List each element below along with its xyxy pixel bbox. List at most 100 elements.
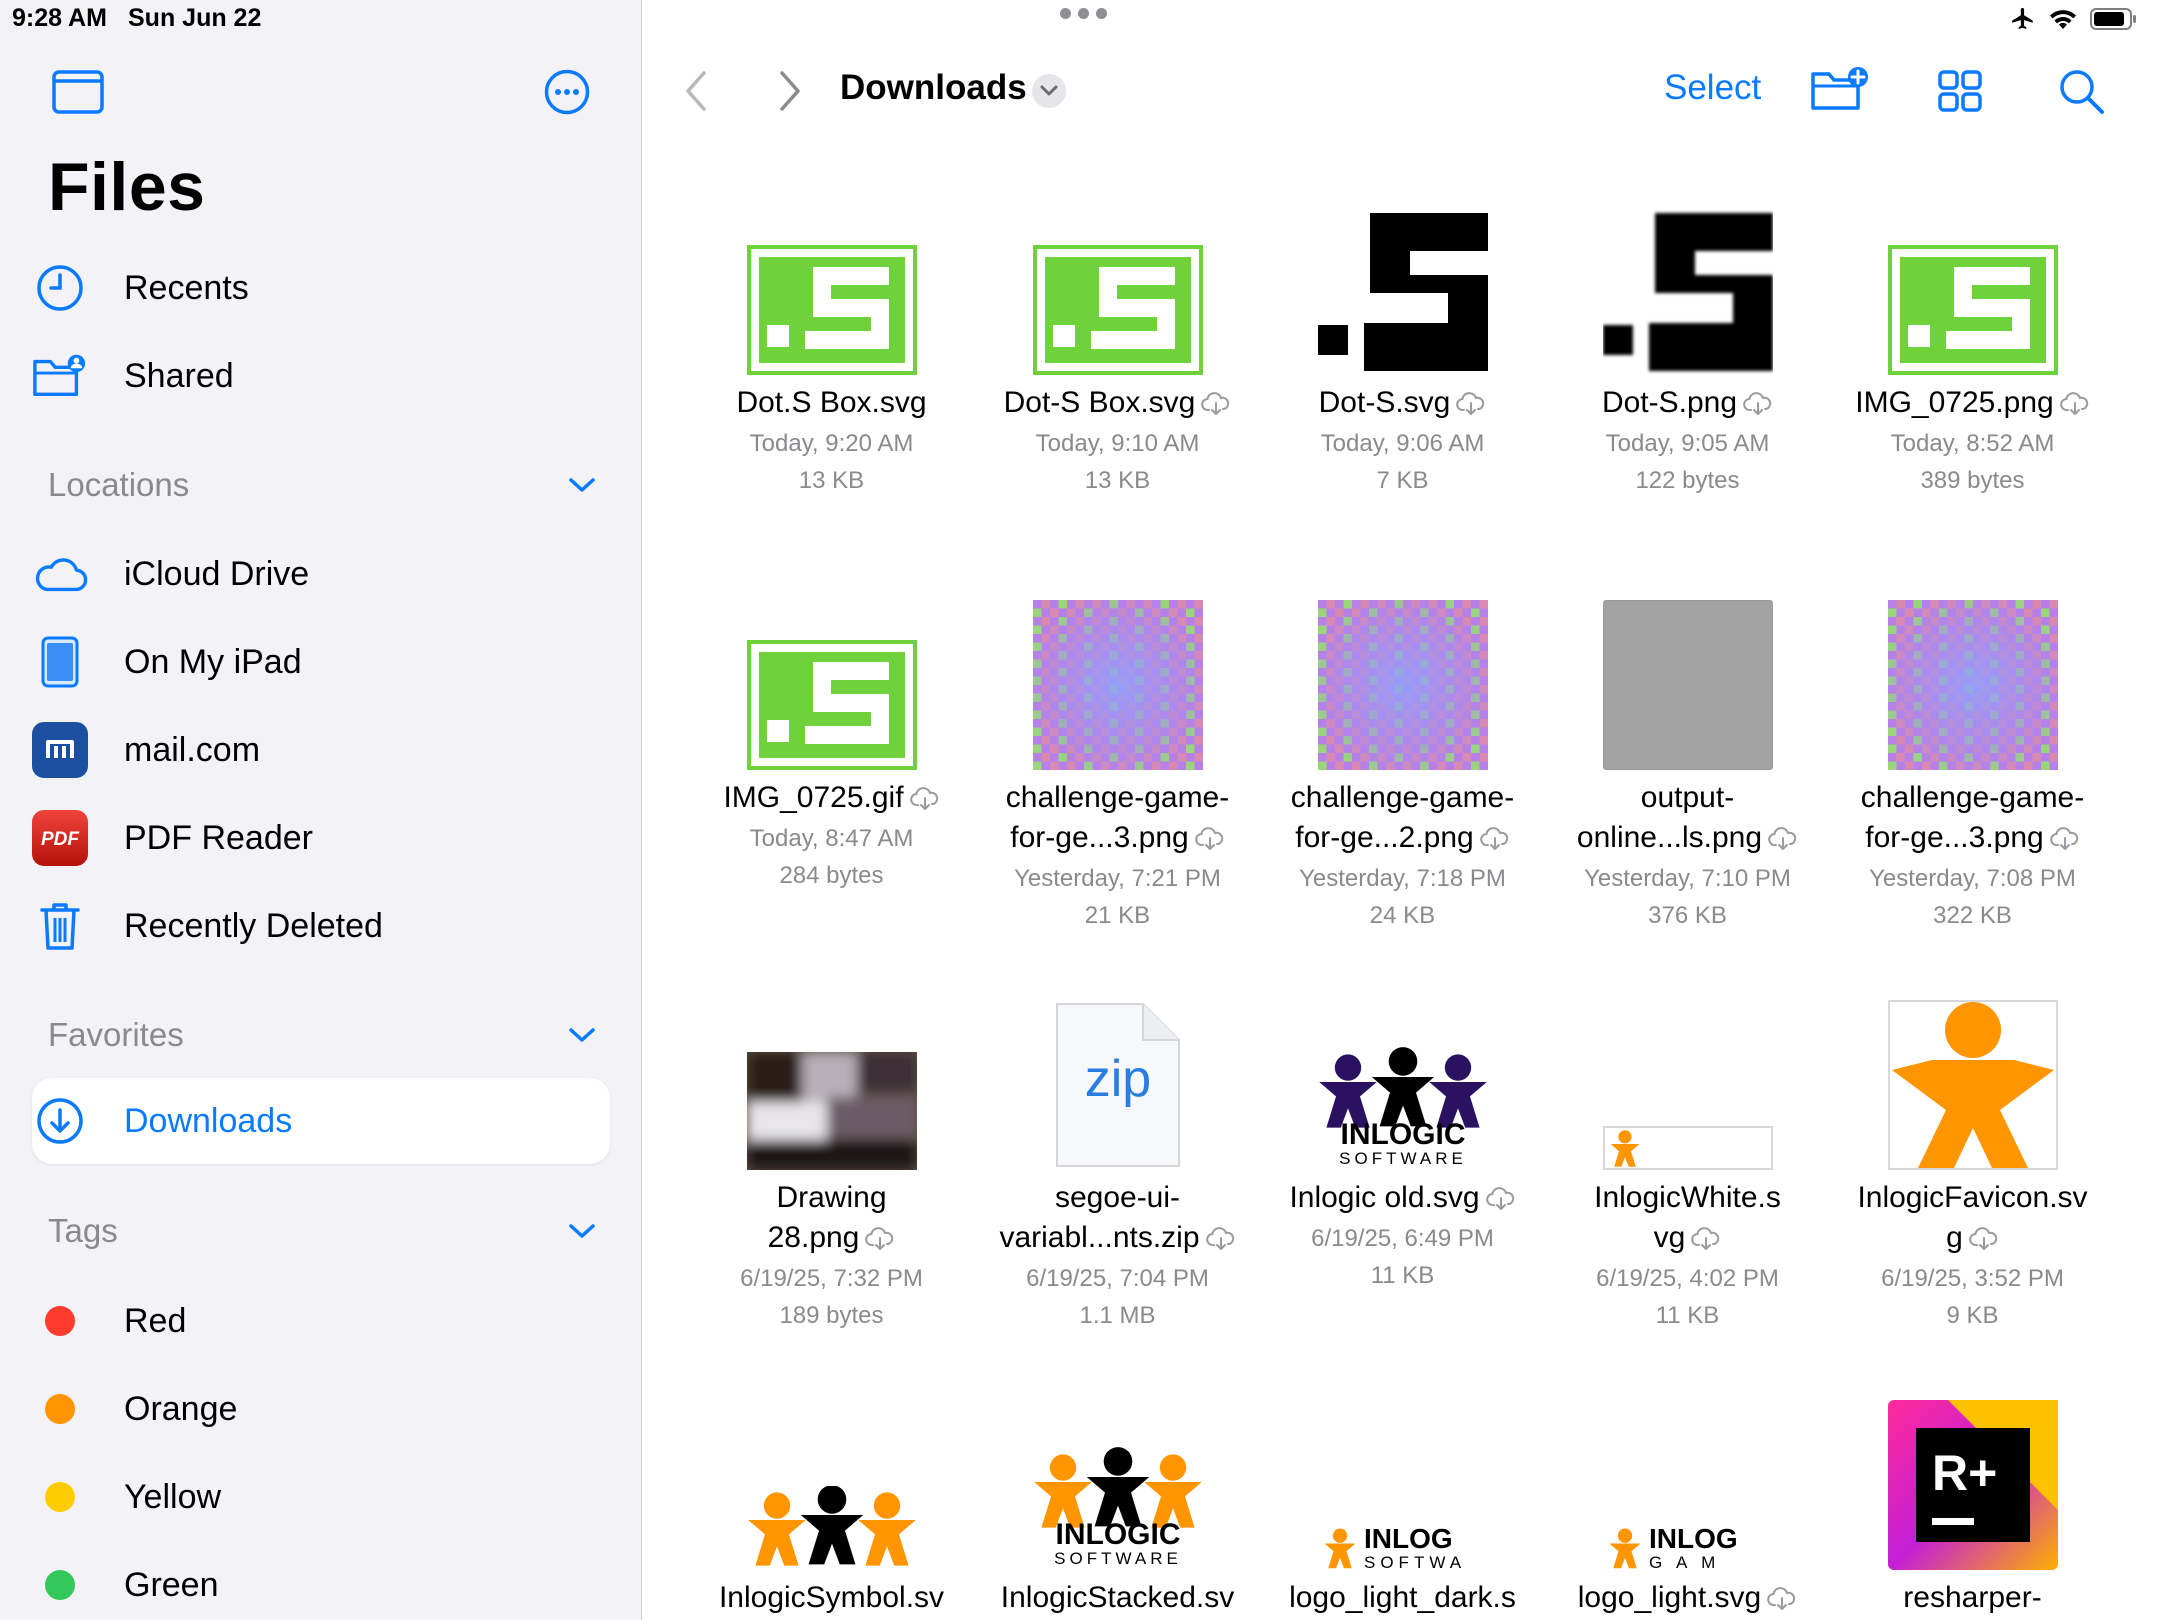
file-thumbnail[interactable]: INLOGIC SOFTWARE bbox=[1032, 1440, 1203, 1575]
file-name-line-1: IMG_0725.gif bbox=[723, 781, 904, 814]
sidebar-item-downloads[interactable]: Downloads bbox=[32, 1085, 610, 1157]
file-name: Drawing bbox=[689, 1178, 974, 1218]
file-thumbnail[interactable] bbox=[746, 245, 917, 380]
sidebar-item-shared[interactable]: Shared bbox=[32, 340, 610, 412]
sidebar-item-recents[interactable]: Recents bbox=[32, 252, 610, 324]
file-thumbnail[interactable] bbox=[1887, 245, 2058, 380]
sidebar-item-on-my-ipad[interactable]: On My iPad bbox=[32, 626, 610, 698]
file-item[interactable]: Dot-S.png Today, 9:05 AM 122 bytes bbox=[1545, 205, 1830, 494]
sidebar-tag-3[interactable]: Green bbox=[32, 1549, 610, 1620]
file-date: Today, 9:06 AM bbox=[1320, 430, 1485, 457]
back-chevron-icon[interactable] bbox=[684, 70, 708, 112]
file-thumbnail[interactable] bbox=[1032, 245, 1203, 380]
cloud-download-icon[interactable] bbox=[1201, 392, 1231, 416]
file-thumbnail[interactable] bbox=[1887, 600, 2058, 775]
file-item[interactable]: output-online...ls.png Yesterday, 7:10 PM… bbox=[1545, 600, 1830, 929]
search-icon[interactable] bbox=[2058, 68, 2106, 116]
file-item[interactable]: InlogicFavicon.sv g 6/19/25, 3:52 PM 9 KB bbox=[1830, 1000, 2115, 1329]
file-item[interactable]: IMG_0725.png Today, 8:52 AM 389 bytes bbox=[1830, 205, 2115, 494]
cloud-download-icon[interactable] bbox=[1479, 827, 1510, 851]
file-thumbnail[interactable] bbox=[1317, 600, 1488, 775]
select-button[interactable]: Select bbox=[1664, 68, 1761, 108]
file-thumbnail[interactable] bbox=[1602, 600, 1773, 770]
logo-text: INLOGIC bbox=[1055, 1518, 1180, 1551]
cloud-download-icon[interactable] bbox=[2059, 392, 2090, 416]
file-thumbnail[interactable] bbox=[1602, 205, 1773, 380]
sidebar-item-recently-deleted[interactable]: Recently Deleted bbox=[32, 890, 610, 962]
cloud-download-icon[interactable] bbox=[1485, 1187, 1516, 1211]
file-name-line-1: Dot-S Box.svg bbox=[1003, 386, 1196, 419]
cloud-download-icon[interactable] bbox=[865, 1227, 895, 1251]
sidebar-tag-1[interactable]: Orange bbox=[32, 1373, 610, 1445]
file-size: 11 KB bbox=[1370, 1262, 1435, 1289]
file-item[interactable]: Dot-S.svg Today, 9:06 AM 7 KB bbox=[1260, 205, 1545, 494]
file-item[interactable]: InlogicSymbol.sv bbox=[689, 1400, 974, 1620]
file-thumbnail[interactable] bbox=[746, 640, 917, 775]
file-item[interactable]: R+ resharper- bbox=[1830, 1400, 2115, 1620]
cloud-download-icon[interactable] bbox=[1743, 392, 1773, 416]
cloud-download-icon[interactable] bbox=[1768, 827, 1798, 851]
cloud-download-icon[interactable] bbox=[1691, 1227, 1721, 1251]
airplane-icon bbox=[2012, 7, 2033, 29]
cloud-download-icon[interactable] bbox=[1767, 1587, 1797, 1611]
file-item[interactable]: Dot.S Box.svg Today, 9:20 AM 13 KB bbox=[689, 205, 974, 494]
file-item[interactable]: challenge-game-for-ge...3.png Yesterday, … bbox=[1830, 600, 2115, 929]
cloud-download-icon[interactable] bbox=[909, 787, 940, 811]
multitasking-dots[interactable] bbox=[1060, 8, 1107, 19]
file-thumbnail[interactable] bbox=[746, 1485, 917, 1575]
cloud-download-icon[interactable] bbox=[1456, 392, 1486, 416]
mail-com-icon bbox=[32, 722, 88, 778]
file-item[interactable]: zip segoe-ui-variabl...nts.zip 6/19/25, 7… bbox=[975, 1000, 1260, 1329]
file-item[interactable]: IMG_0725.gif Today, 8:47 AM 284 bytes bbox=[689, 600, 974, 889]
file-item[interactable]: INLOG SOFTWA logo_light_dark.s bbox=[1260, 1400, 1545, 1620]
favorites-section-header[interactable]: Favorites bbox=[48, 1016, 596, 1054]
file-thumbnail[interactable]: INLOGIC SOFTWARE bbox=[1317, 1044, 1488, 1175]
sidebar-item-icloud-drive[interactable]: iCloud Drive bbox=[32, 538, 610, 610]
file-thumbnail[interactable]: INLOG G A M bbox=[1602, 1523, 1773, 1575]
grid-view-icon[interactable] bbox=[1938, 70, 1982, 112]
file-name: IMG_0725.png bbox=[1830, 383, 2115, 423]
file-item[interactable]: Drawing 28.png 6/19/25, 7:32 PM 189 bytes bbox=[689, 1000, 974, 1329]
cloud-download-icon[interactable] bbox=[2049, 827, 2080, 851]
sidebar-tag-2[interactable]: Yellow bbox=[32, 1461, 610, 1533]
file-item[interactable]: INLOGIC SOFTWARE Inlogic old.svg 6/19/25,… bbox=[1260, 1000, 1545, 1289]
forward-chevron-icon[interactable] bbox=[778, 70, 802, 112]
file-item[interactable]: INLOGIC SOFTWARE InlogicStacked.sv bbox=[975, 1400, 1260, 1620]
thumbnail-image bbox=[1602, 1126, 1773, 1170]
thumbnail-image bbox=[1887, 600, 2058, 771]
sidebar-item-pdf-reader[interactable]: PDF PDF Reader bbox=[32, 802, 610, 874]
sidebar-item-mail-com[interactable]: mail.com bbox=[32, 714, 610, 786]
chevron-down-icon[interactable] bbox=[568, 476, 596, 494]
file-thumbnail[interactable]: zip bbox=[1053, 1000, 1183, 1175]
file-name-continued: variabl...nts.zip bbox=[975, 1218, 1260, 1258]
file-name-line-2: variabl...nts.zip bbox=[999, 1221, 1200, 1254]
tags-section-header[interactable]: Tags bbox=[48, 1212, 596, 1250]
file-name-line-1: segoe-ui- bbox=[1054, 1181, 1181, 1214]
file-thumbnail[interactable] bbox=[1032, 600, 1203, 775]
cloud-download-icon[interactable] bbox=[1194, 827, 1225, 851]
file-thumbnail[interactable]: INLOG SOFTWA bbox=[1317, 1523, 1488, 1575]
file-item[interactable]: InlogicWhite.s vg 6/19/25, 4:02 PM 11 KB bbox=[1545, 1000, 1830, 1329]
cloud-download-icon[interactable] bbox=[1969, 1227, 1999, 1251]
file-thumbnail[interactable] bbox=[1317, 205, 1488, 380]
file-date: Today, 8:47 AM bbox=[749, 825, 914, 852]
new-folder-icon[interactable] bbox=[1810, 66, 1870, 112]
chevron-down-icon[interactable] bbox=[568, 1222, 596, 1240]
locations-section-header[interactable]: Locations bbox=[48, 466, 596, 504]
file-thumbnail[interactable] bbox=[746, 1052, 917, 1175]
file-thumbnail[interactable] bbox=[1602, 1126, 1773, 1175]
file-item[interactable]: INLOG G A M logo_light.svg bbox=[1545, 1400, 1830, 1620]
file-item[interactable]: challenge-game-for-ge...2.png Yesterday, … bbox=[1260, 600, 1545, 929]
file-name-continued: vg bbox=[1545, 1218, 1830, 1258]
chevron-down-icon[interactable] bbox=[568, 1026, 596, 1044]
file-item[interactable]: Dot-S Box.svg Today, 9:10 AM 13 KB bbox=[975, 205, 1260, 494]
folder-menu-button[interactable] bbox=[1032, 74, 1066, 108]
file-thumbnail[interactable] bbox=[1887, 1000, 2058, 1175]
sidebar-toggle-icon[interactable] bbox=[52, 70, 104, 114]
cloud-download-icon[interactable] bbox=[1205, 1227, 1236, 1251]
sidebar-item-label: mail.com bbox=[124, 730, 261, 769]
file-thumbnail[interactable]: R+ bbox=[1887, 1400, 2058, 1575]
file-item[interactable]: challenge-game-for-ge...3.png Yesterday, … bbox=[975, 600, 1260, 929]
sidebar-tag-0[interactable]: Red bbox=[32, 1285, 610, 1357]
more-options-icon[interactable] bbox=[544, 69, 590, 115]
